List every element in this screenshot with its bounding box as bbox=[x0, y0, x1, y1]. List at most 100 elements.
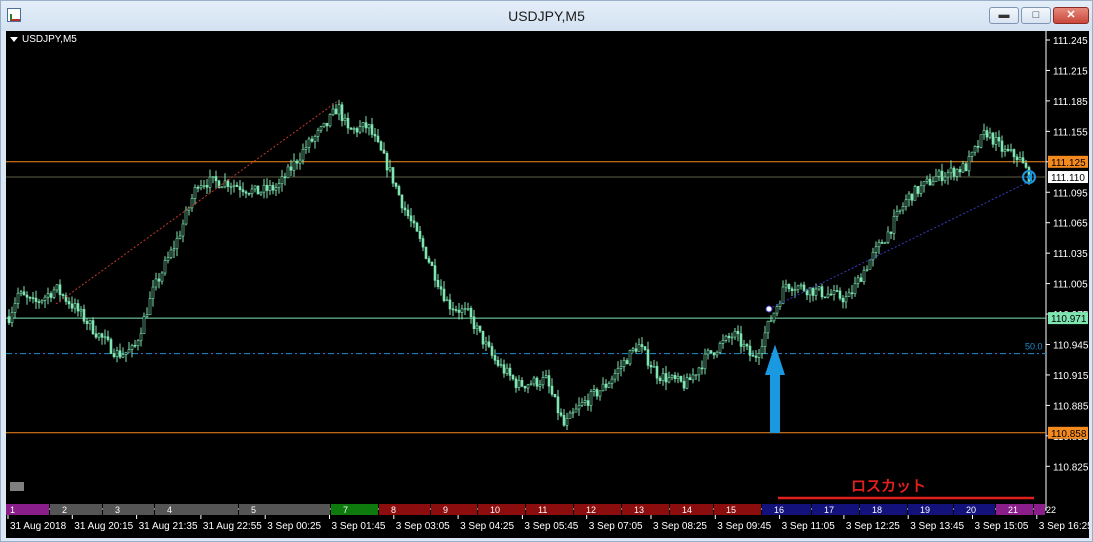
candle-body bbox=[694, 374, 698, 377]
candle-body bbox=[829, 293, 833, 296]
candle-body bbox=[841, 298, 845, 303]
candle-body bbox=[382, 149, 386, 154]
candle-body bbox=[154, 278, 158, 288]
candle-body bbox=[778, 303, 782, 307]
candle-body bbox=[913, 186, 917, 201]
candle-body bbox=[19, 291, 23, 294]
candle-body bbox=[940, 170, 944, 181]
candle-body bbox=[145, 314, 149, 317]
title-bar[interactable]: USDJPY,M5 ▬ □ ✕ bbox=[1, 1, 1092, 31]
maximize-button[interactable]: □ bbox=[1021, 7, 1051, 24]
candle-body bbox=[448, 299, 452, 310]
candle-body bbox=[61, 294, 65, 296]
candle-body bbox=[94, 333, 98, 338]
candle-body bbox=[277, 183, 281, 188]
candle-body bbox=[811, 287, 815, 296]
candle-body bbox=[373, 134, 377, 137]
session-segment bbox=[812, 504, 859, 515]
minimize-button[interactable]: ▬ bbox=[989, 7, 1019, 24]
time-axis-label: 3 Sep 01:45 bbox=[332, 521, 386, 532]
candle-body bbox=[922, 181, 926, 187]
candle-body bbox=[607, 383, 611, 388]
candle-body bbox=[997, 137, 1001, 142]
time-axis-label: 3 Sep 11:05 bbox=[782, 521, 836, 532]
candle-body bbox=[7, 316, 11, 323]
candle-body bbox=[331, 108, 335, 115]
candle-body bbox=[55, 284, 59, 291]
candle-body bbox=[796, 285, 800, 291]
candle-body bbox=[250, 188, 254, 195]
candle-body bbox=[280, 176, 284, 185]
candle-body bbox=[76, 303, 80, 312]
candle-body bbox=[631, 348, 635, 351]
candle-body bbox=[919, 185, 923, 194]
candle-body bbox=[34, 297, 38, 302]
candle-body bbox=[970, 151, 974, 157]
time-axis-label: 3 Sep 05:45 bbox=[524, 521, 578, 532]
price-axis-label: 110.945 bbox=[1053, 341, 1089, 352]
candle-body bbox=[199, 185, 203, 189]
chart-shift-button[interactable] bbox=[10, 482, 24, 491]
dropdown-icon[interactable] bbox=[10, 36, 18, 42]
time-axis-label: 31 Aug 21:35 bbox=[139, 521, 198, 532]
candle-body bbox=[481, 330, 485, 345]
candle-body bbox=[712, 352, 716, 356]
candle-body bbox=[526, 384, 530, 389]
candle-body bbox=[757, 353, 761, 358]
candle-body bbox=[175, 238, 179, 249]
candle-body bbox=[307, 138, 311, 148]
candle-body bbox=[22, 291, 26, 296]
candle-body bbox=[595, 389, 599, 397]
candle-body bbox=[109, 339, 113, 354]
session-label: 13 bbox=[634, 505, 644, 515]
candle-body bbox=[943, 176, 947, 181]
session-segment bbox=[1034, 504, 1045, 515]
candle-body bbox=[580, 402, 584, 406]
candle-body bbox=[898, 209, 902, 212]
candle-body bbox=[499, 364, 503, 366]
candle-body bbox=[838, 290, 842, 299]
chart-canvas[interactable]: 111.245 111.215 111.185 111.155 111.125 111.0… bbox=[6, 31, 1089, 538]
candle-body bbox=[226, 180, 230, 187]
candle-body bbox=[988, 132, 992, 138]
candle-body bbox=[151, 286, 155, 299]
candle-body bbox=[520, 380, 524, 387]
candle-body bbox=[271, 185, 275, 191]
price-chart[interactable]: 111.245 111.215 111.185 111.155 111.125 111.0… bbox=[6, 31, 1089, 538]
candle-body bbox=[820, 286, 824, 298]
candle-body bbox=[463, 308, 467, 310]
symbol-label[interactable]: USDJPY,M5 bbox=[10, 34, 77, 45]
session-segment bbox=[526, 504, 573, 515]
candle-body bbox=[106, 336, 110, 340]
candle-body bbox=[1009, 149, 1013, 151]
candle-body bbox=[571, 411, 575, 414]
candle-body bbox=[697, 367, 701, 376]
candle-body bbox=[97, 333, 101, 338]
candle-body bbox=[289, 166, 293, 171]
candle-body bbox=[178, 235, 182, 239]
candle-body bbox=[88, 320, 92, 325]
price-tag-label: 111.125 bbox=[1051, 158, 1086, 169]
candle-body bbox=[529, 383, 533, 386]
candle-body bbox=[634, 348, 638, 352]
candle-body bbox=[892, 216, 896, 234]
session-segment bbox=[908, 504, 953, 515]
candle-body bbox=[247, 192, 251, 195]
close-button[interactable]: ✕ bbox=[1053, 7, 1089, 24]
candle-body bbox=[73, 303, 77, 309]
candle-body bbox=[193, 187, 197, 199]
candle-body bbox=[868, 259, 872, 270]
candle-body bbox=[415, 222, 419, 232]
candle-body bbox=[874, 246, 878, 253]
candle-body bbox=[352, 128, 356, 130]
candle-body bbox=[856, 277, 860, 284]
candle-body bbox=[565, 418, 569, 426]
session-label: 15 bbox=[726, 505, 736, 515]
candle-body bbox=[586, 400, 590, 406]
candle-body bbox=[880, 242, 884, 244]
candle-body bbox=[103, 336, 107, 339]
time-axis-label: 3 Sep 16:25 bbox=[1039, 521, 1089, 532]
session-label: 19 bbox=[920, 505, 930, 515]
candle-body bbox=[370, 124, 374, 135]
candle-body bbox=[889, 231, 893, 234]
